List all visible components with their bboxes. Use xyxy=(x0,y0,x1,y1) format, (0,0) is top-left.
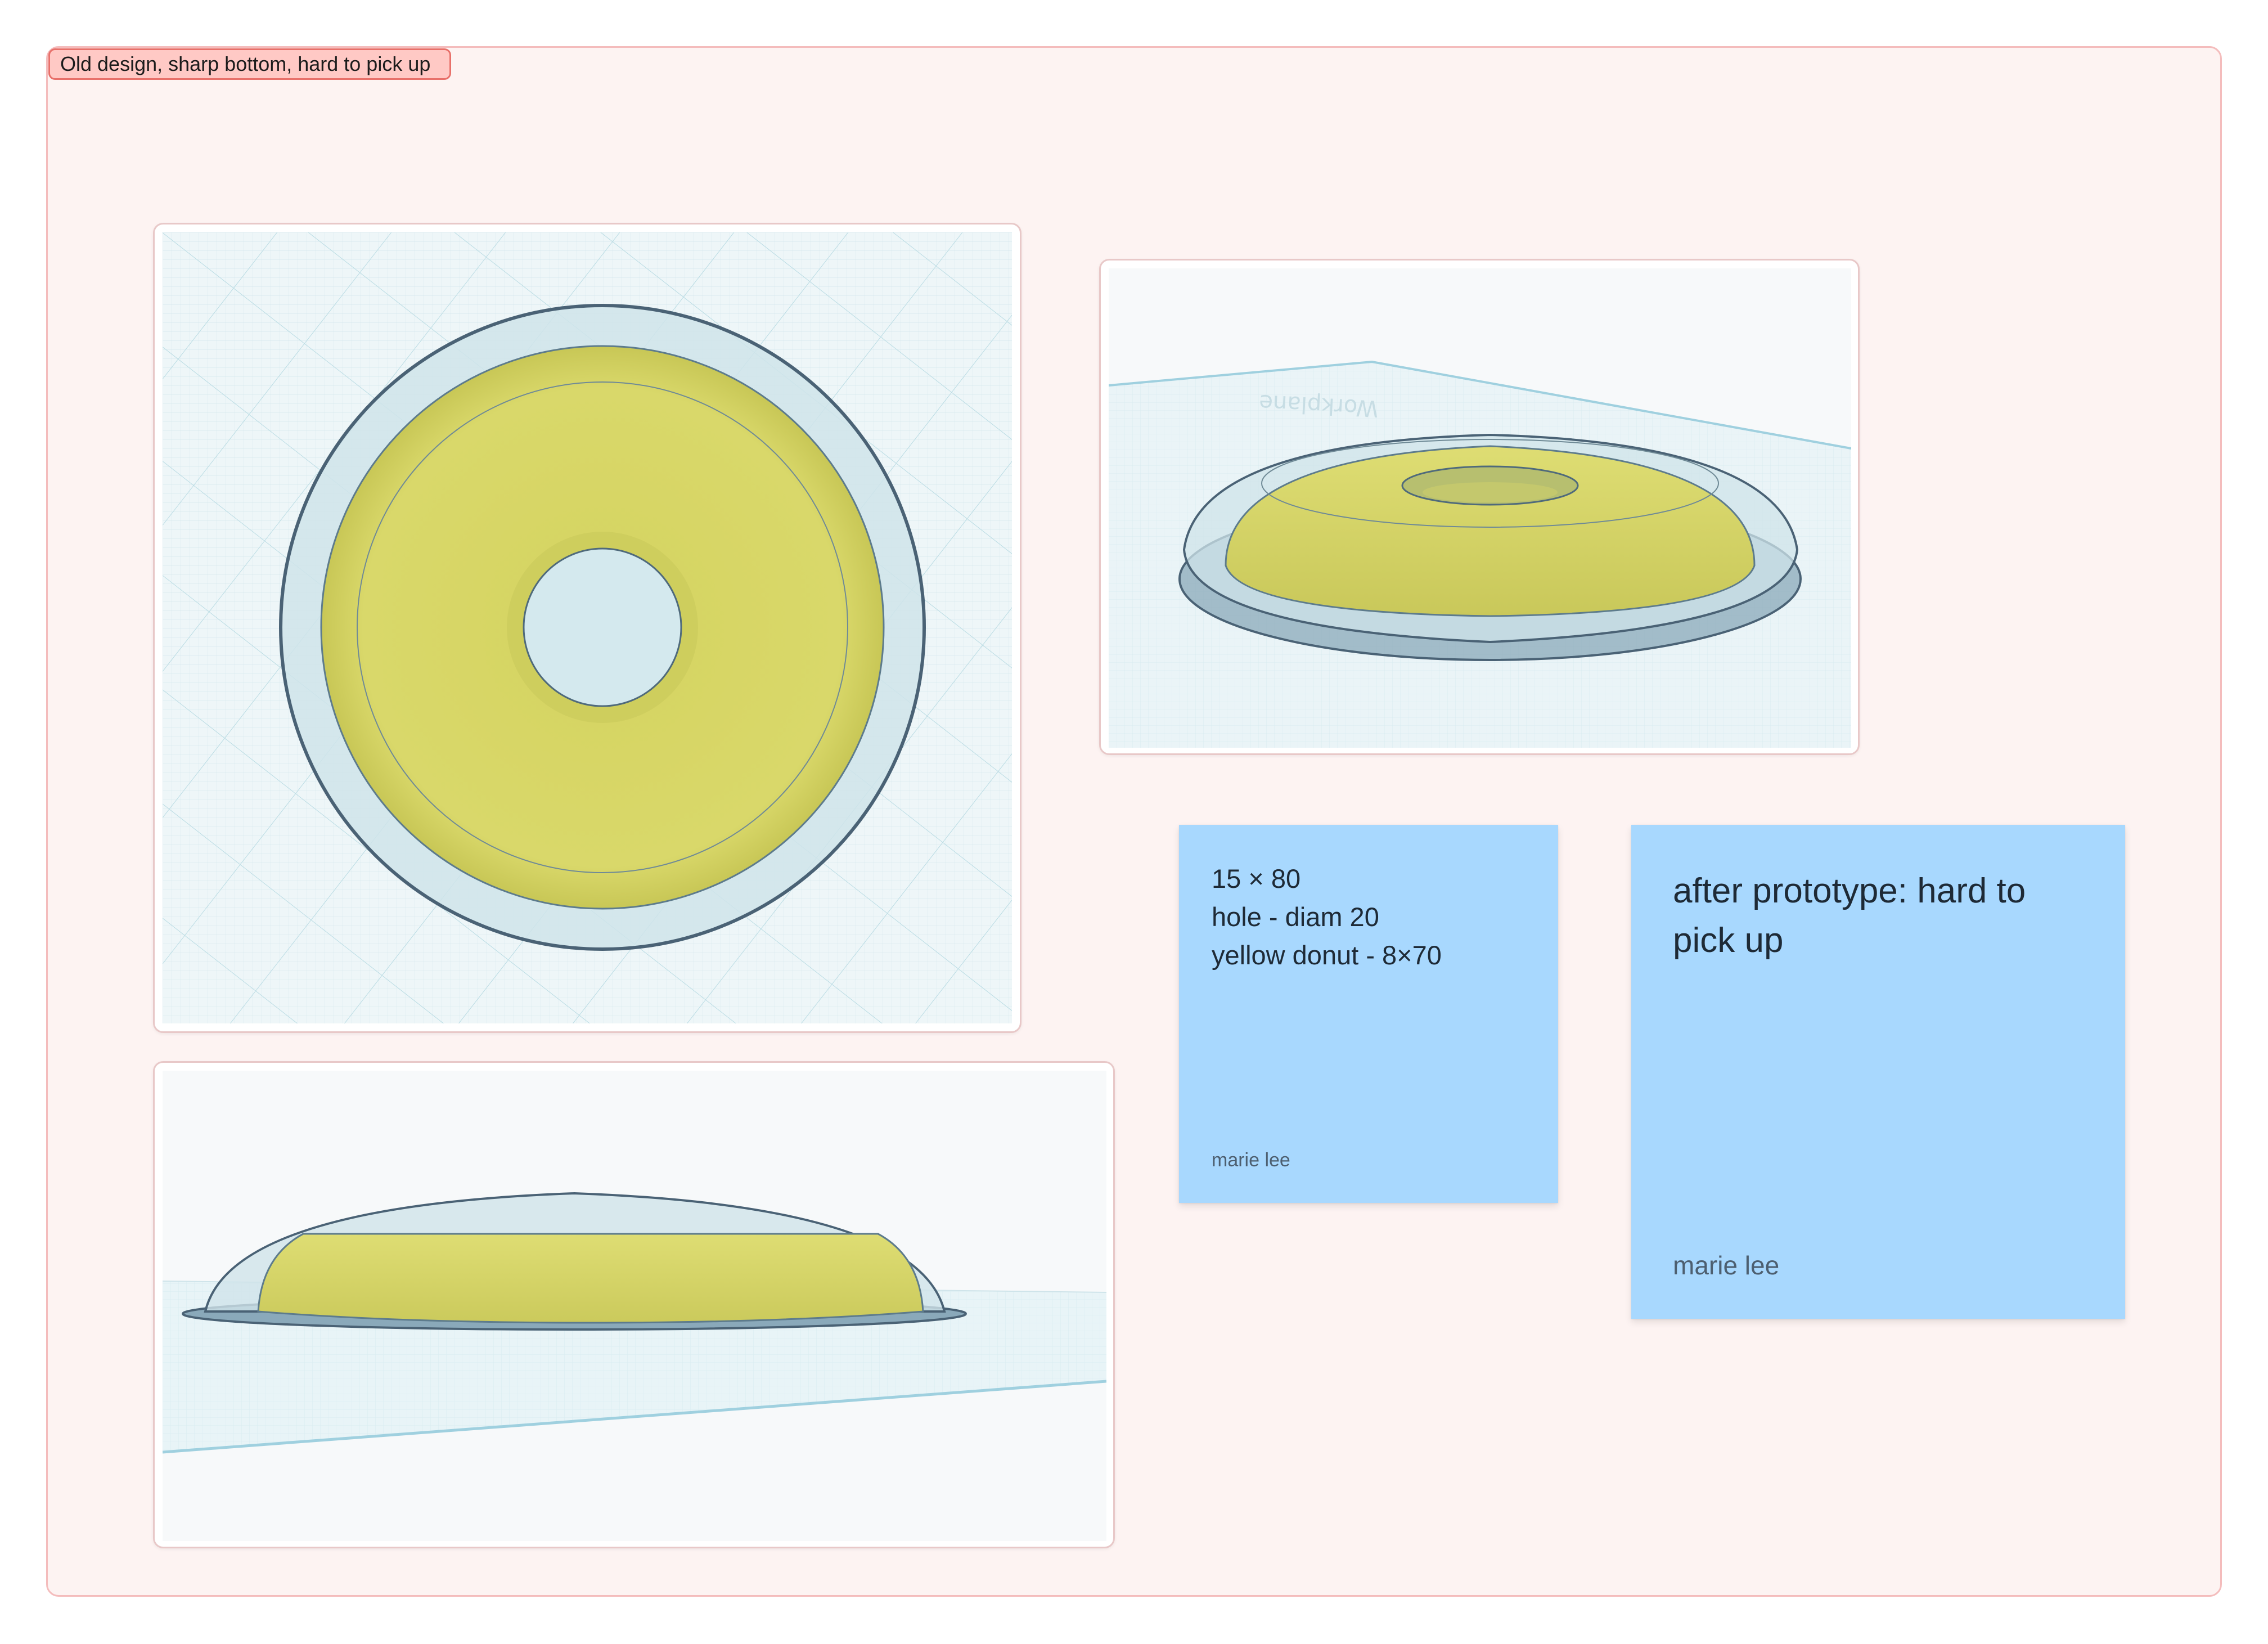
note-line: hole - diam 20 xyxy=(1212,902,1379,932)
side-view-render xyxy=(163,1071,1106,1541)
side-view-image[interactable] xyxy=(153,1061,1115,1548)
note-text: 15 × 80 hole - diam 20 yellow donut - 8×… xyxy=(1212,860,1442,974)
note-author: marie lee xyxy=(1673,1251,1780,1280)
note-line: 15 × 80 xyxy=(1212,864,1301,893)
perspective-view-render: Workplane xyxy=(1109,268,1851,748)
section-label[interactable]: Old design, sharp bottom, hard to pick u… xyxy=(48,48,452,80)
perspective-view-image[interactable]: Workplane xyxy=(1099,259,1860,755)
sticky-note-dimensions[interactable]: 15 × 80 hole - diam 20 yellow donut - 8×… xyxy=(1179,825,1558,1203)
note-author: marie lee xyxy=(1212,1149,1290,1171)
sticky-note-feedback[interactable]: after prototype: hard to pick up marie l… xyxy=(1631,825,2125,1319)
top-view-image[interactable] xyxy=(153,223,1022,1033)
note-line: yellow donut - 8×70 xyxy=(1212,940,1442,970)
note-text: after prototype: hard to pick up xyxy=(1673,872,2026,960)
top-view-render xyxy=(163,232,1012,1023)
